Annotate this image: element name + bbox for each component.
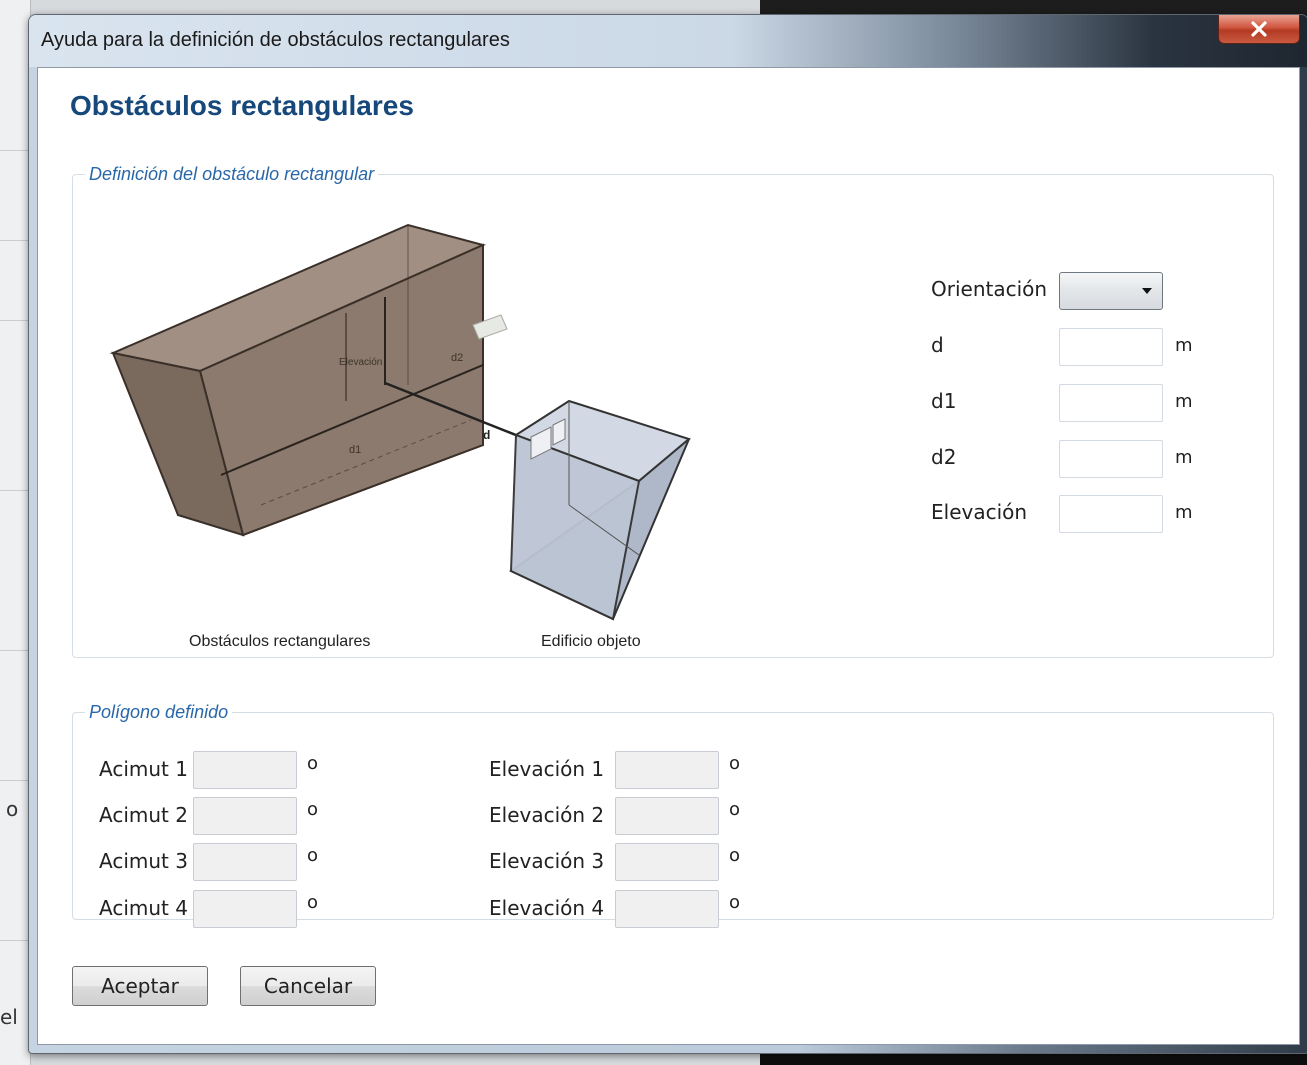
elevacion-1-label: Elevación 1 xyxy=(489,757,605,781)
title-bar[interactable]: Ayuda para la definición de obstáculos r… xyxy=(29,15,1307,67)
d1-label: d1 xyxy=(931,389,957,413)
definition-group-legend: Definición del obstáculo rectangular xyxy=(89,164,375,184)
orientacion-label: Orientación xyxy=(931,277,1048,301)
page-title: Obstáculos rectangulares xyxy=(70,90,414,121)
acimut-2-label: Acimut 2 xyxy=(99,803,188,827)
polygon-group-legend: Polígono definido xyxy=(89,702,229,722)
elevacion-input[interactable] xyxy=(1059,495,1163,533)
elevacion-3-unit: o xyxy=(729,845,741,866)
orientacion-select[interactable] xyxy=(1059,272,1163,310)
d2-unit: m xyxy=(1175,447,1193,468)
elevacion-3-label: Elevación 3 xyxy=(489,849,605,873)
dialog-content: Obstáculos rectangulares Definición del … xyxy=(37,67,1300,1045)
illustration-label-elevacion: Elevación xyxy=(339,357,382,368)
d2-label: d2 xyxy=(931,445,957,469)
elevacion-label: Elevación xyxy=(931,500,1028,524)
acimut-4-input[interactable] xyxy=(193,890,297,928)
d-input[interactable] xyxy=(1059,328,1163,366)
window-title: Ayuda para la definición de obstáculos r… xyxy=(41,29,510,51)
d1-input[interactable] xyxy=(1059,384,1163,422)
elevacion-4-unit: o xyxy=(729,892,741,913)
illustration-label-d1: d1 xyxy=(349,444,361,456)
acimut-2-unit: o xyxy=(307,799,319,820)
dialog-window: Ayuda para la definición de obstáculos r… xyxy=(28,14,1307,1054)
elevacion-2-unit: o xyxy=(729,799,741,820)
elevacion-unit: m xyxy=(1175,502,1193,523)
d-unit: m xyxy=(1175,335,1193,356)
acimut-4-unit: o xyxy=(307,892,319,913)
definition-group: Definición del obstáculo rectangular Ele… xyxy=(72,164,1274,658)
d1-unit: m xyxy=(1175,391,1193,412)
background-text-fragment: o xyxy=(6,797,19,821)
background-text-fragment: el xyxy=(0,1005,18,1029)
acimut-1-input[interactable] xyxy=(193,751,297,789)
close-button[interactable] xyxy=(1218,15,1300,44)
close-icon xyxy=(1251,21,1267,37)
elevacion-1-input[interactable] xyxy=(615,751,719,789)
elevacion-4-input[interactable] xyxy=(615,890,719,928)
caption-obstacle: Obstáculos rectangulares xyxy=(189,633,371,650)
cancel-button[interactable]: Cancelar xyxy=(240,966,376,1006)
d2-input[interactable] xyxy=(1059,440,1163,478)
elevacion-2-label: Elevación 2 xyxy=(489,803,605,827)
polygon-group: Polígono definido Acimut 1 o Acimut 2 o … xyxy=(72,702,1274,928)
acimut-1-label: Acimut 1 xyxy=(99,757,188,781)
obstacle-illustration: Elevación d2 d1 d xyxy=(109,223,692,621)
caption-building: Edificio objeto xyxy=(541,633,641,650)
elevacion-1-unit: o xyxy=(729,753,741,774)
elevacion-2-input[interactable] xyxy=(615,797,719,835)
acimut-3-label: Acimut 3 xyxy=(99,849,188,873)
acimut-1-unit: o xyxy=(307,753,319,774)
chevron-down-icon xyxy=(1142,288,1152,294)
acimut-3-input[interactable] xyxy=(193,843,297,881)
elevacion-4-label: Elevación 4 xyxy=(489,896,605,920)
acimut-3-unit: o xyxy=(307,845,319,866)
accept-button[interactable]: Aceptar xyxy=(72,966,208,1006)
d-label: d xyxy=(931,333,944,357)
acimut-4-label: Acimut 4 xyxy=(99,896,188,920)
elevacion-3-input[interactable] xyxy=(615,843,719,881)
illustration-label-d2: d2 xyxy=(451,352,463,364)
illustration-label-d: d xyxy=(483,428,490,442)
background-app: o el xyxy=(0,0,31,1065)
acimut-2-input[interactable] xyxy=(193,797,297,835)
